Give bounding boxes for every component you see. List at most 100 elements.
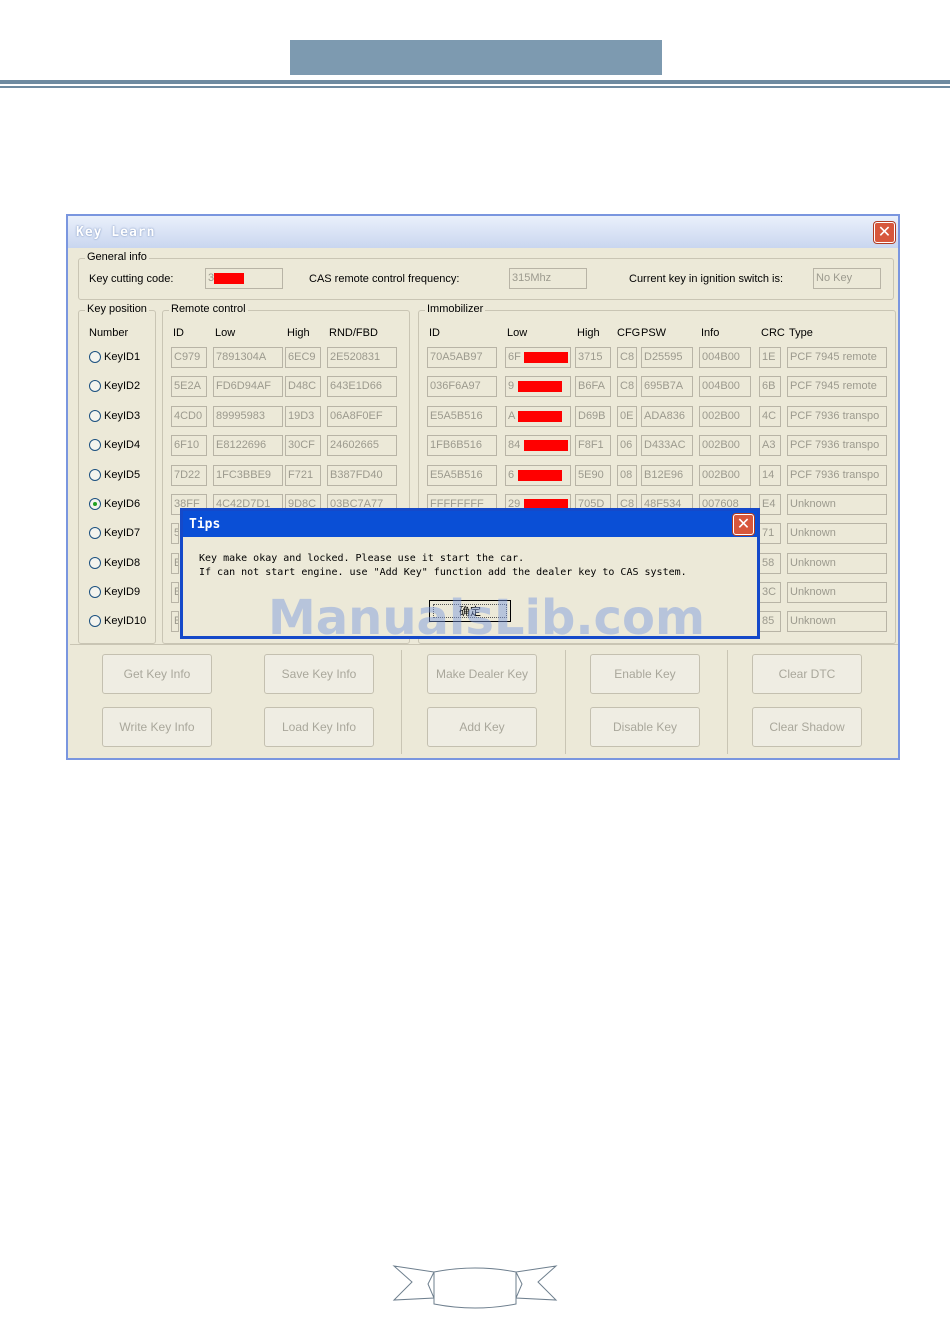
immobilizer-cell[interactable]: A xyxy=(505,405,571,427)
close-icon[interactable]: ✕ xyxy=(733,514,754,535)
immobilizer-cell[interactable]: 036F6A97 xyxy=(427,376,497,398)
add-key-button[interactable]: Add Key xyxy=(427,707,537,747)
immobilizer-cell[interactable]: PCF 7936 transpo xyxy=(787,405,887,427)
immobilizer-cell[interactable]: PCF 7945 remote xyxy=(787,347,887,368)
immobilizer-cell[interactable]: Unknown xyxy=(787,523,887,545)
immobilizer-cell[interactable]: C8 xyxy=(617,347,637,368)
remote-control-cell[interactable]: 89995983 xyxy=(213,405,283,427)
immobilizer-cell[interactable]: 71 xyxy=(759,523,781,545)
immobilizer-cell[interactable]: D69B xyxy=(575,405,611,427)
remote-control-cell[interactable]: E xyxy=(171,582,179,604)
key-radio[interactable] xyxy=(89,586,101,599)
immobilizer-cell[interactable]: 06 xyxy=(617,435,637,457)
immobilizer-cell[interactable]: B12E96 xyxy=(641,464,693,486)
immobilizer-cell[interactable]: 002B00 xyxy=(699,464,751,486)
immobilizer-cell[interactable]: B6FA xyxy=(575,376,611,398)
immobilizer-cell[interactable]: 14 xyxy=(759,464,781,486)
immobilizer-cell[interactable]: E5A5B516 xyxy=(427,405,497,427)
remote-control-cell[interactable]: E xyxy=(171,611,179,632)
immobilizer-cell[interactable]: 6 xyxy=(505,464,571,486)
enable-key-button[interactable]: Enable Key xyxy=(590,654,700,694)
remote-control-cell[interactable]: F721 xyxy=(285,464,321,486)
remote-control-cell[interactable]: E8122696 xyxy=(213,435,283,457)
remote-control-cell[interactable]: E xyxy=(171,552,179,574)
remote-control-cell[interactable]: C979 xyxy=(171,347,207,368)
immobilizer-cell[interactable]: E5A5B516 xyxy=(427,464,497,486)
key-radio[interactable] xyxy=(89,351,101,363)
immobilizer-cell[interactable]: 1E xyxy=(759,347,781,368)
immobilizer-cell[interactable]: ADA836 xyxy=(641,405,693,427)
cas-frequency-field[interactable]: 315Mhz xyxy=(509,268,587,289)
immobilizer-cell[interactable]: 002B00 xyxy=(699,435,751,457)
remote-control-cell[interactable]: B387FD40 xyxy=(327,464,397,486)
write-key-info-button[interactable]: Write Key Info xyxy=(102,707,212,747)
remote-control-cell[interactable]: 5E2A xyxy=(171,376,207,398)
immobilizer-cell[interactable]: 004B00 xyxy=(699,347,751,368)
immobilizer-cell[interactable]: C8 xyxy=(617,376,637,398)
immobilizer-cell[interactable]: 004B00 xyxy=(699,376,751,398)
remote-control-cell[interactable]: 6F10 xyxy=(171,435,207,457)
immobilizer-cell[interactable]: PCF 7945 remote xyxy=(787,376,887,398)
key-radio[interactable] xyxy=(89,409,101,422)
remote-control-cell[interactable]: 7891304A xyxy=(213,347,283,368)
immobilizer-cell[interactable]: 58 xyxy=(759,552,781,574)
immobilizer-cell[interactable]: 0E xyxy=(617,405,637,427)
remote-control-cell[interactable]: 643E1D66 xyxy=(327,376,397,398)
key-radio[interactable] xyxy=(89,527,101,540)
immobilizer-cell[interactable]: A3 xyxy=(759,435,781,457)
immobilizer-cell-value: 004B00 xyxy=(702,351,740,363)
immobilizer-cell[interactable]: 6F xyxy=(505,347,571,368)
immobilizer-cell[interactable]: Unknown xyxy=(787,552,887,574)
key-radio[interactable] xyxy=(89,468,101,481)
current-key-field[interactable]: No Key xyxy=(813,268,881,289)
immobilizer-cell[interactable]: 9 xyxy=(505,376,571,398)
immobilizer-cell[interactable]: D25595 xyxy=(641,347,693,368)
key-radio[interactable] xyxy=(89,439,101,452)
remote-control-cell[interactable]: 24602665 xyxy=(327,435,397,457)
remote-control-cell[interactable]: 19D3 xyxy=(285,405,321,427)
disable-key-button[interactable]: Disable Key xyxy=(590,707,700,747)
key-radio[interactable] xyxy=(89,556,101,569)
immobilizer-cell[interactable]: 1FB6B516 xyxy=(427,435,497,457)
immobilizer-cell[interactable]: 85 xyxy=(759,611,781,632)
save-key-info-button[interactable]: Save Key Info xyxy=(264,654,374,694)
remote-control-cell[interactable]: 1FC3BBE9 xyxy=(213,464,283,486)
remote-control-cell[interactable]: D48C xyxy=(285,376,321,398)
immobilizer-cell[interactable]: 3715 xyxy=(575,347,611,368)
load-key-info-button[interactable]: Load Key Info xyxy=(264,707,374,747)
immobilizer-cell[interactable]: E4 xyxy=(759,494,781,515)
immobilizer-cell[interactable]: Unknown xyxy=(787,611,887,632)
key-radio[interactable] xyxy=(89,615,101,627)
immobilizer-cell[interactable]: Unknown xyxy=(787,494,887,515)
clear-shadow-button[interactable]: Clear Shadow xyxy=(752,707,862,747)
remote-control-cell[interactable]: 06A8F0EF xyxy=(327,405,397,427)
immobilizer-cell[interactable]: 84 xyxy=(505,435,571,457)
immobilizer-cell[interactable]: 6B xyxy=(759,376,781,398)
remote-control-cell[interactable]: 30CF xyxy=(285,435,321,457)
immobilizer-cell[interactable]: 002B00 xyxy=(699,405,751,427)
immobilizer-cell[interactable]: F8F1 xyxy=(575,435,611,457)
remote-control-cell[interactable]: FD6D94AF xyxy=(213,376,283,398)
immobilizer-cell[interactable]: 4C xyxy=(759,405,781,427)
get-key-info-button[interactable]: Get Key Info xyxy=(102,654,212,694)
clear-dtc-button[interactable]: Clear DTC xyxy=(752,654,862,694)
immobilizer-cell[interactable]: 70A5AB97 xyxy=(427,347,497,368)
make-dealer-key-button[interactable]: Make Dealer Key xyxy=(427,654,537,694)
close-icon[interactable]: ✕ xyxy=(874,222,895,243)
remote-control-cell[interactable]: 5 xyxy=(171,523,179,545)
immobilizer-cell[interactable]: D433AC xyxy=(641,435,693,457)
key-radio[interactable] xyxy=(89,498,101,510)
immobilizer-cell[interactable]: PCF 7936 transpo xyxy=(787,435,887,457)
remote-control-cell[interactable]: 7D22 xyxy=(171,464,207,486)
immobilizer-cell[interactable]: PCF 7936 transpo xyxy=(787,464,887,486)
immobilizer-cell[interactable]: Unknown xyxy=(787,582,887,604)
immobilizer-cell[interactable]: 3C xyxy=(759,582,781,604)
key-radio[interactable] xyxy=(89,380,101,393)
immobilizer-cell[interactable]: 08 xyxy=(617,464,637,486)
immobilizer-cell[interactable]: 695B7A xyxy=(641,376,693,398)
remote-control-cell[interactable]: 6EC9 xyxy=(285,347,321,368)
immobilizer-cell[interactable]: 5E90 xyxy=(575,464,611,486)
remote-control-cell[interactable]: 4CD0 xyxy=(171,405,207,427)
key-cutting-code-field[interactable]: 3 xyxy=(205,268,283,289)
remote-control-cell[interactable]: 2E520831 xyxy=(327,347,397,368)
